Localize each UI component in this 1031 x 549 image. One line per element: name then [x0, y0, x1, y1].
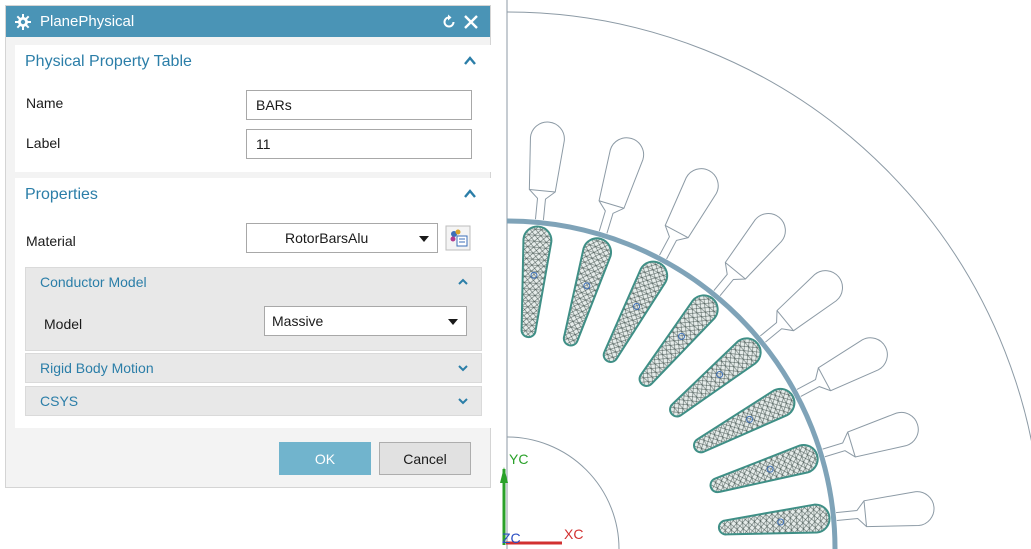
physical-property-table-title: Physical Property Table	[25, 53, 192, 70]
csys-header[interactable]: CSYS	[26, 387, 481, 415]
name-field[interactable]: BARs	[246, 90, 472, 120]
rotor-bar	[709, 444, 819, 494]
properties-title: Properties	[25, 186, 98, 203]
rigid-body-motion-group[interactable]: Rigid Body Motion	[25, 353, 482, 383]
chevron-down-icon	[448, 319, 458, 325]
rigid-body-motion-header[interactable]: Rigid Body Motion	[26, 354, 481, 382]
chevron-down-icon[interactable]	[457, 394, 469, 410]
material-select[interactable]: RotorBarsAlu	[246, 223, 438, 253]
dialog-titlebar: PlanePhysical	[6, 6, 490, 37]
yc-axis-label: YC	[509, 451, 529, 467]
model-select[interactable]: Massive	[264, 306, 467, 336]
conductor-model-title: Conductor Model	[40, 274, 147, 290]
rotor-bar	[562, 237, 612, 347]
material-value: RotorBarsAlu	[285, 230, 369, 246]
stator-slot	[598, 137, 645, 234]
physical-property-table-header[interactable]: Physical Property Table	[15, 45, 491, 79]
properties-group: Properties Material RotorBarsAlu Conduct…	[15, 178, 491, 428]
stator-slot	[760, 270, 843, 343]
label-label: Label	[26, 135, 61, 151]
dialog-title: PlanePhysical	[40, 13, 135, 30]
stator-slots	[528, 121, 935, 528]
chevron-down-icon	[419, 236, 429, 242]
chevron-up-icon[interactable]	[463, 54, 477, 72]
label-field[interactable]: 11	[246, 129, 472, 159]
rigid-body-motion-title: Rigid Body Motion	[40, 360, 154, 376]
name-label: Name	[26, 95, 64, 111]
conductor-model-group: Conductor Model Model Massive	[25, 267, 482, 351]
model-value: Massive	[272, 313, 324, 329]
stator-slot	[835, 491, 935, 528]
physical-property-table-group: Physical Property Table Name BARs Label …	[15, 45, 491, 172]
properties-header[interactable]: Properties	[15, 178, 491, 212]
ok-button[interactable]: OK	[279, 442, 371, 475]
stator-slot	[796, 337, 888, 397]
graphics-viewport[interactable]: YC XC ZC	[494, 0, 1031, 549]
material-library-icon[interactable]	[445, 225, 471, 251]
stator-slot	[713, 213, 786, 296]
stator-slot	[528, 121, 565, 221]
zc-axis-label: ZC	[502, 530, 521, 546]
csys-group[interactable]: CSYS	[25, 386, 482, 416]
chevron-up-icon[interactable]	[457, 275, 469, 291]
chevron-down-icon[interactable]	[457, 361, 469, 377]
conductor-model-header[interactable]: Conductor Model	[26, 268, 481, 296]
stator-slot	[822, 411, 919, 458]
rotor-bar	[520, 225, 553, 339]
model-label: Model	[44, 316, 83, 332]
plane-physical-dialog: PlanePhysical Physical Property Table Na…	[5, 5, 491, 488]
material-label: Material	[26, 233, 76, 249]
cancel-button[interactable]: Cancel	[379, 442, 471, 475]
stator-slot	[659, 168, 719, 260]
gear-icon[interactable]	[14, 13, 32, 31]
reset-icon[interactable]	[438, 11, 460, 33]
chevron-up-icon[interactable]	[463, 187, 477, 205]
csys-title: CSYS	[40, 393, 79, 409]
rotor-bar	[717, 503, 831, 536]
xc-axis-label: XC	[564, 526, 584, 542]
close-icon[interactable]	[460, 11, 482, 33]
